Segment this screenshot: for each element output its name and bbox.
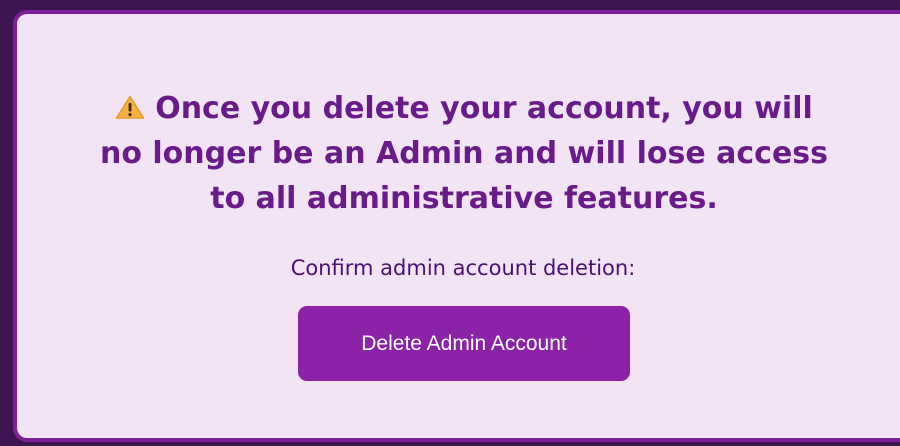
warning-message: Once you delete your account, you will n… [95, 86, 833, 221]
confirm-label: Confirm admin account deletion: [290, 256, 636, 280]
warning-text: Once you delete your account, you will n… [99, 91, 828, 216]
warning-triangle-icon [115, 87, 145, 119]
delete-admin-account-button[interactable]: Delete Admin Account [298, 306, 630, 381]
